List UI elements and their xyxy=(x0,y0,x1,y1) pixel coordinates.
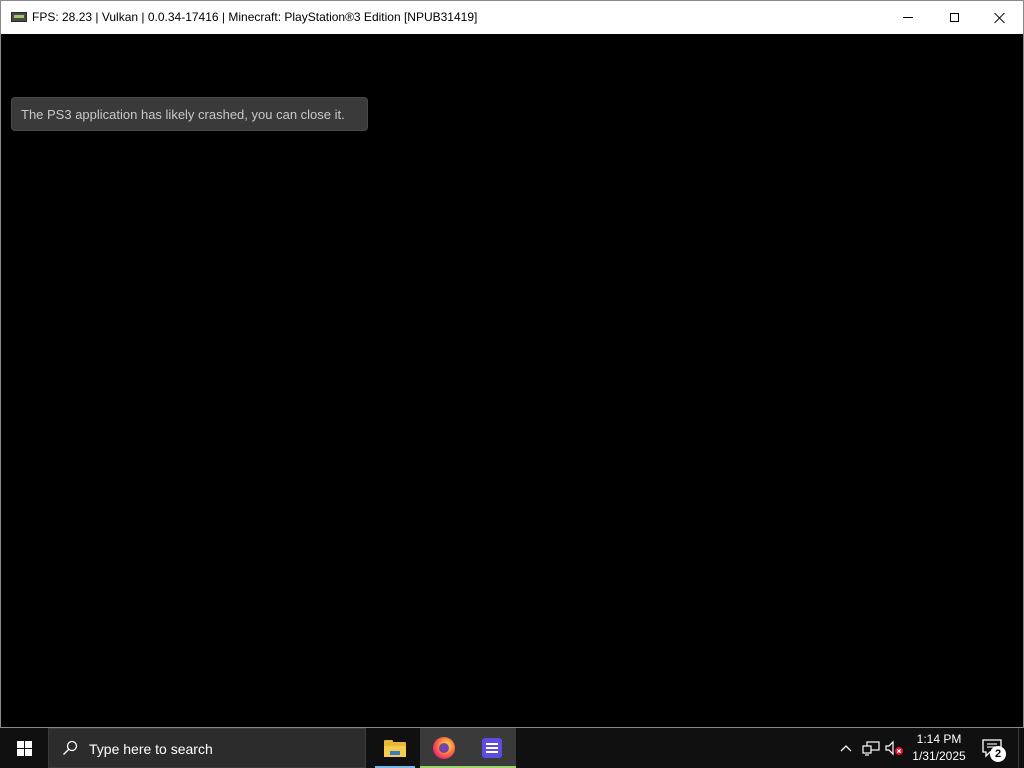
network-icon[interactable] xyxy=(862,740,880,756)
notification-count-badge: 2 xyxy=(990,746,1006,762)
rpcs3-game-window[interactable]: FPS: 28.23 | Vulkan | 0.0.34-17416 | Min… xyxy=(0,0,1024,728)
search-icon xyxy=(63,740,78,755)
taskbar: Type here to search 1:14 PM 1/31/2025 2 xyxy=(0,728,1024,768)
app-icon xyxy=(11,12,27,22)
title-bar[interactable]: FPS: 28.23 | Vulkan | 0.0.34-17416 | Min… xyxy=(1,0,1023,34)
volume-muted-icon[interactable] xyxy=(885,740,903,756)
taskbar-app-file-explorer[interactable] xyxy=(371,728,419,768)
taskbar-app-firefox[interactable] xyxy=(420,728,468,768)
game-viewport[interactable]: The PS3 application has likely crashed, … xyxy=(2,34,1022,727)
taskbar-app-rpcs3[interactable] xyxy=(468,728,516,768)
system-clock[interactable]: 1:14 PM 1/31/2025 xyxy=(906,731,972,765)
close-icon xyxy=(994,12,1006,24)
firefox-icon xyxy=(433,737,455,759)
windows-logo-icon xyxy=(16,740,32,756)
search-box[interactable]: Type here to search xyxy=(48,728,366,768)
show-desktop-button[interactable] xyxy=(1018,728,1024,768)
window-title: FPS: 28.23 | Vulkan | 0.0.34-17416 | Min… xyxy=(32,10,478,24)
rpcs3-icon xyxy=(482,738,502,758)
minimize-button[interactable] xyxy=(885,1,931,34)
start-button[interactable] xyxy=(0,728,48,768)
clock-date: 1/31/2025 xyxy=(912,749,966,763)
crash-notification: The PS3 application has likely crashed, … xyxy=(11,97,368,131)
search-placeholder: Type here to search xyxy=(89,741,213,757)
minimize-icon xyxy=(903,17,913,18)
clock-time: 1:14 PM xyxy=(916,732,962,746)
close-button[interactable] xyxy=(977,1,1023,34)
folder-icon xyxy=(384,739,406,757)
maximize-icon xyxy=(949,13,959,22)
maximize-button[interactable] xyxy=(931,1,977,34)
chevron-up-icon[interactable] xyxy=(838,740,854,756)
